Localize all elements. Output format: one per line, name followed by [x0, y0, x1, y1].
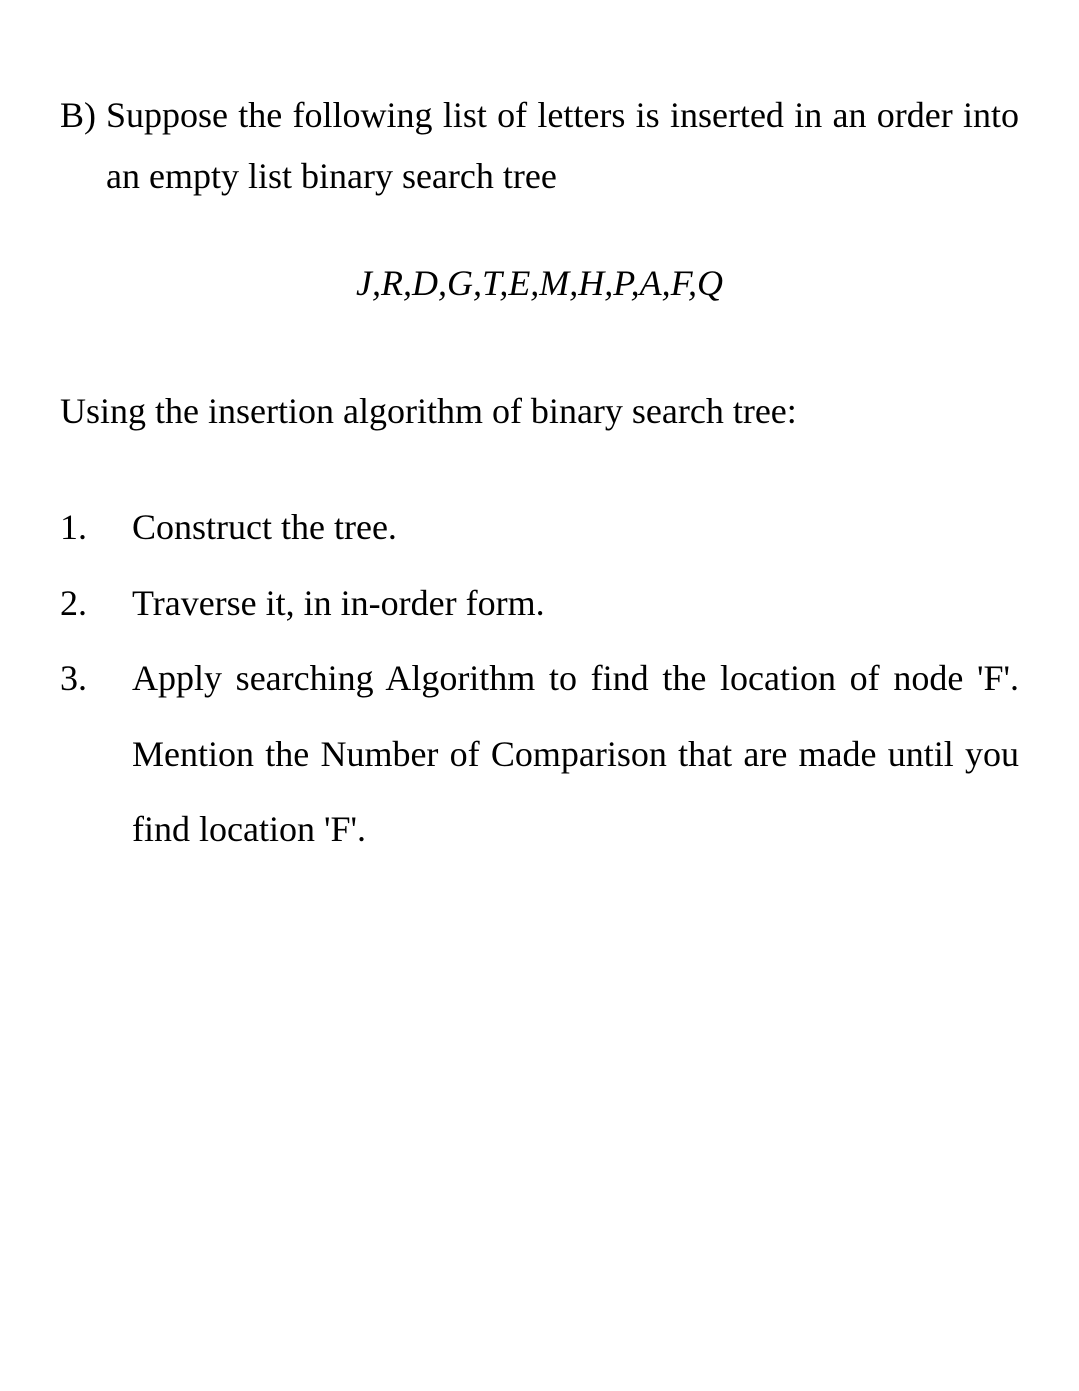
- ordered-list: 1. Construct the tree. 2. Traverse it, i…: [60, 490, 1019, 868]
- question-marker: B): [60, 85, 106, 207]
- list-item: 2. Traverse it, in in-order form.: [60, 566, 1019, 642]
- list-item: 1. Construct the tree.: [60, 490, 1019, 566]
- list-content: Construct the tree.: [132, 490, 1019, 566]
- question-block: B) Suppose the following list of letters…: [60, 85, 1019, 207]
- question-text: Suppose the following list of letters is…: [106, 85, 1019, 207]
- list-item: 3. Apply searching Algorithm to find the…: [60, 641, 1019, 868]
- list-content: Traverse it, in in-order form.: [132, 566, 1019, 642]
- list-number: 2.: [60, 566, 132, 642]
- intro-text: Using the insertion algorithm of binary …: [60, 374, 1019, 450]
- list-content: Apply searching Algorithm to find the lo…: [132, 641, 1019, 868]
- letters-sequence: J,R,D,G,T,E,M,H,P,A,F,Q: [60, 262, 1019, 304]
- list-number: 3.: [60, 641, 132, 868]
- list-number: 1.: [60, 490, 132, 566]
